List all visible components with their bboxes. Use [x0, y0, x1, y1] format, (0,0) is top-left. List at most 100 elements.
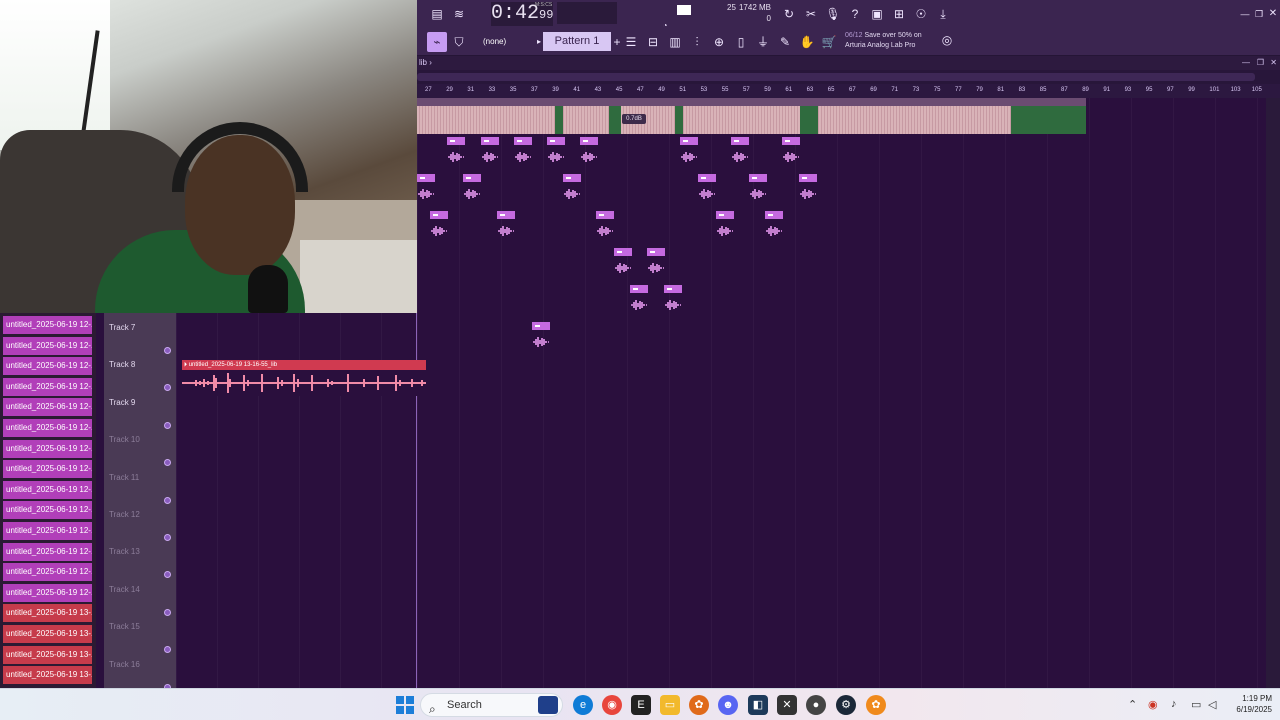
- clip-list-item[interactable]: untitled_2025-06-19 12-...: [3, 439, 92, 458]
- pattern-clip-header[interactable]: [749, 174, 767, 182]
- clip-list-item[interactable]: untitled_2025-06-19 13-...: [3, 625, 92, 643]
- timeline-ruler[interactable]: 27 29 31 33 35 37 39 41 43 45 47 49 51 53 55 57 59 61 63 65…: [417, 84, 1280, 98]
- cart-icon[interactable]: 🛒: [819, 32, 839, 52]
- clip-list-item[interactable]: untitled_2025-06-19 12-...: [3, 480, 92, 499]
- pattern-clip-waveform[interactable]: [731, 150, 749, 162]
- tray-app-icon[interactable]: ◉: [1148, 698, 1158, 711]
- pattern-clip-header[interactable]: [680, 137, 698, 145]
- download-icon[interactable]: ⤓: [933, 4, 953, 24]
- tray-display-icon[interactable]: ▭: [1191, 698, 1201, 711]
- fl-studio-icon[interactable]: ✿: [689, 695, 709, 715]
- windows-start-icon[interactable]: [396, 696, 414, 714]
- pattern-clip-waveform[interactable]: [463, 187, 481, 199]
- track-label[interactable]: Track 15: [109, 622, 140, 631]
- capcut-icon[interactable]: ✕: [777, 695, 797, 715]
- track-label[interactable]: Track 8: [109, 360, 135, 369]
- pattern-clip-header[interactable]: [430, 211, 448, 219]
- pattern-clip-header[interactable]: [463, 174, 481, 182]
- track-label[interactable]: Track 12: [109, 510, 140, 519]
- pattern-clip-waveform[interactable]: [664, 298, 682, 310]
- clip-list-item[interactable]: untitled_2025-06-19 13-...: [3, 666, 92, 685]
- pattern-clip-header[interactable]: [765, 211, 783, 219]
- mixer-view-icon[interactable]: ⫶: [687, 32, 707, 52]
- close-icon[interactable]: ✕: [1263, 4, 1280, 24]
- none-selector[interactable]: (none): [483, 34, 525, 50]
- playlist-close-icon[interactable]: ✕: [1270, 56, 1277, 70]
- pattern-clip-waveform[interactable]: [698, 187, 716, 199]
- obs-icon[interactable]: ●: [806, 695, 826, 715]
- pattern-clip-header[interactable]: [563, 174, 581, 182]
- pattern-clip-header[interactable]: [698, 174, 716, 182]
- track-mute-dot[interactable]: [164, 571, 171, 579]
- pattern-clip-waveform[interactable]: [447, 150, 465, 162]
- pattern-clip-waveform[interactable]: [716, 224, 734, 236]
- pattern-clip-header[interactable]: [731, 137, 749, 145]
- pattern-clip-waveform[interactable]: [765, 224, 783, 236]
- drag-icon[interactable]: ✋: [797, 32, 817, 52]
- track8-clip-waveform[interactable]: [182, 370, 426, 396]
- fl-logo-icon[interactable]: ◎: [937, 30, 957, 50]
- pattern-clip-waveform[interactable]: [547, 150, 565, 162]
- pattern-clip-waveform[interactable]: [532, 335, 550, 347]
- clip-list-item[interactable]: untitled_2025-06-19 12-...: [3, 501, 92, 520]
- playlist-icon[interactable]: ☰: [621, 32, 641, 52]
- link-icon[interactable]: ⌁: [427, 32, 447, 52]
- pattern-clip-waveform[interactable]: [514, 150, 532, 162]
- playlist-restore-icon[interactable]: ❐: [1257, 56, 1264, 70]
- track-mute-dot[interactable]: [164, 347, 171, 354]
- pattern-clip-header[interactable]: [664, 285, 682, 293]
- tray-mic-icon[interactable]: ♪: [1171, 698, 1177, 710]
- chrome-icon[interactable]: ◉: [602, 695, 622, 715]
- mixer-icon[interactable]: ⊞: [889, 4, 909, 24]
- pattern-clip-waveform[interactable]: [430, 224, 448, 236]
- pattern-clip-waveform[interactable]: [647, 261, 665, 273]
- browser-icon[interactable]: ⊕: [709, 32, 729, 52]
- pattern-clip-header[interactable]: [514, 137, 532, 145]
- tray-volume-icon[interactable]: ◁: [1208, 698, 1216, 711]
- cut-icon[interactable]: ✂: [801, 4, 821, 24]
- pattern-clip-header[interactable]: [447, 137, 465, 145]
- stamp-icon[interactable]: ⛉: [449, 32, 469, 52]
- playlist-vertical-scrollbar[interactable]: [1266, 98, 1280, 688]
- cpu-monitor[interactable]: 25 1742 MB 0: [675, 2, 775, 24]
- clip-list-item[interactable]: untitled_2025-06-19 12-...: [3, 419, 92, 437]
- discord-icon[interactable]: ☻: [718, 695, 738, 715]
- clip-list-item[interactable]: untitled_2025-06-19 13-...: [3, 604, 92, 623]
- track-mute-dot[interactable]: [164, 608, 171, 616]
- pattern-clip-waveform[interactable]: [596, 224, 614, 236]
- pattern-clip-header[interactable]: [497, 211, 515, 219]
- pattern-clip-waveform[interactable]: [497, 224, 515, 236]
- pattern-clip-header[interactable]: [580, 137, 598, 145]
- pattern-clip-waveform[interactable]: [481, 150, 499, 162]
- plug-icon[interactable]: ⏚: [753, 32, 773, 52]
- track-mute-dot[interactable]: [164, 496, 171, 504]
- pattern-clip-waveform[interactable]: [563, 187, 581, 199]
- pattern-clip-header[interactable]: [647, 248, 665, 256]
- clip-list-item[interactable]: untitled_2025-06-19 12-...: [3, 377, 92, 396]
- pattern-clip-header[interactable]: [716, 211, 734, 219]
- chat-icon[interactable]: ☉: [911, 4, 931, 24]
- pattern-clip-header[interactable]: [532, 322, 550, 330]
- playlist-scroll-thumb[interactable]: [417, 73, 1255, 81]
- pattern-clip-waveform[interactable]: [782, 150, 800, 162]
- pattern-clip-header[interactable]: [614, 248, 632, 256]
- track-label[interactable]: Track 11: [109, 473, 139, 482]
- pattern-clip-header[interactable]: [596, 211, 614, 219]
- pattern-clip-header[interactable]: [481, 137, 499, 145]
- track-mute-dot[interactable]: [164, 646, 171, 654]
- pattern-clip-header[interactable]: [782, 137, 800, 145]
- track-mute-dot[interactable]: [164, 384, 171, 392]
- hint-bar[interactable]: 06/12 Save over 50% on Arturia Analog La…: [845, 31, 937, 51]
- playlist-grid[interactable]: [417, 98, 1280, 688]
- clip-list-item[interactable]: untitled_2025-06-19 12-...: [3, 542, 92, 561]
- clip-list-item[interactable]: untitled_2025-06-19 12-...: [3, 563, 92, 582]
- clip-list-item[interactable]: untitled_2025-06-19 12-...: [3, 583, 92, 602]
- pencil-icon[interactable]: ✎: [775, 32, 795, 52]
- channel-rack-icon[interactable]: ▥: [665, 32, 685, 52]
- pattern-clip-waveform[interactable]: [417, 187, 435, 199]
- clip-list-item[interactable]: untitled_2025-06-19 12-...: [3, 336, 92, 355]
- track-label[interactable]: Track 10: [109, 435, 140, 444]
- pattern-clip-header[interactable]: [417, 174, 435, 182]
- plugin-icon[interactable]: ▯: [731, 32, 751, 52]
- track-label[interactable]: Track 13: [109, 547, 140, 556]
